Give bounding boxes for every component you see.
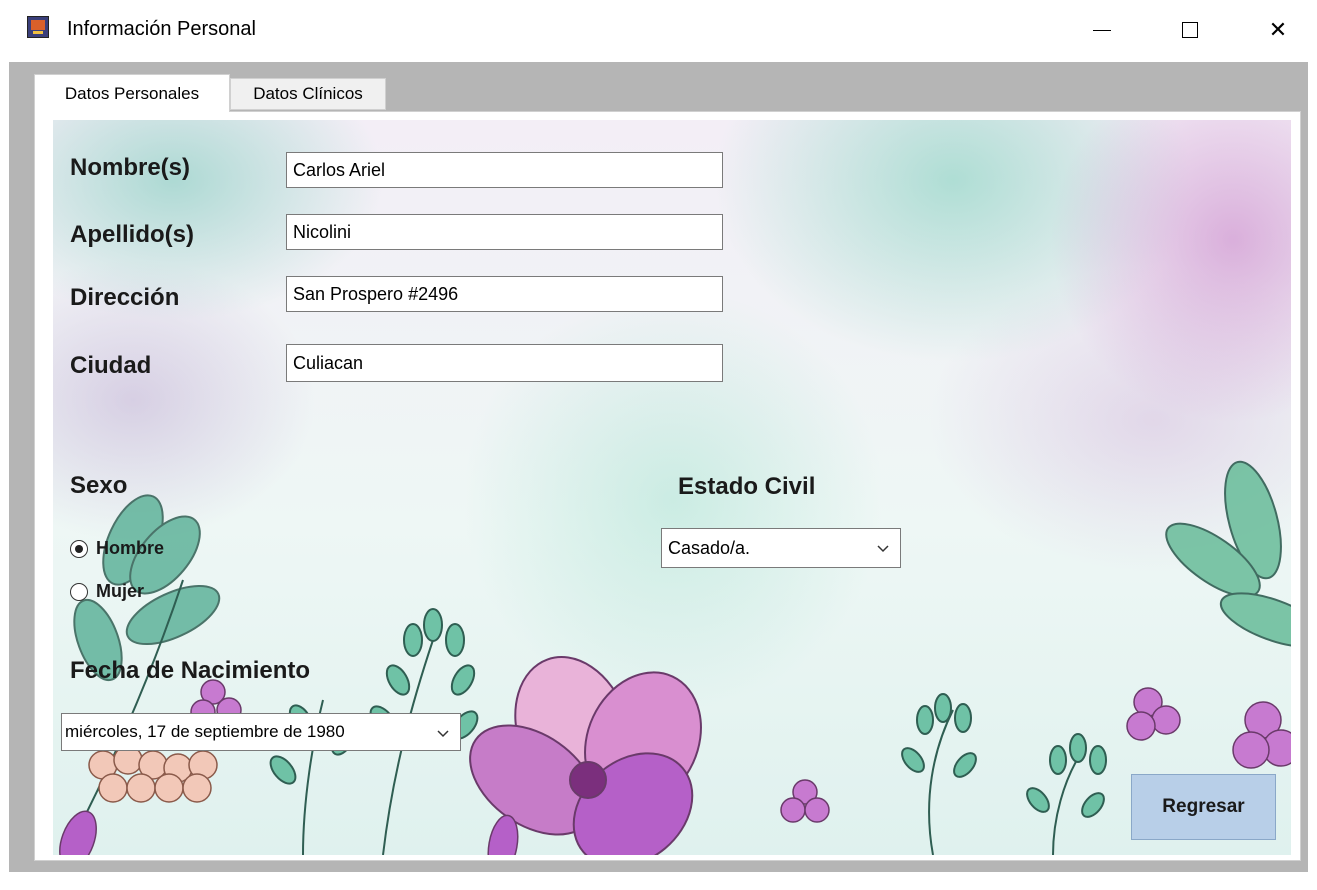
estado-civil-label: Estado Civil (678, 473, 816, 500)
tab-datos-personales[interactable]: Datos Personales (34, 74, 230, 112)
minimize-icon (1093, 29, 1111, 31)
radio-label: Hombre (96, 538, 165, 558)
radio-button[interactable] (70, 539, 88, 558)
ciudad-label: Ciudad (70, 352, 152, 379)
regresar-button[interactable]: Regresar (1131, 774, 1276, 840)
apellido-label: Apellido(s) (70, 221, 194, 248)
radio-hombre[interactable]: Hombre (70, 538, 164, 559)
tab-label: Datos Clínicos (253, 84, 363, 103)
minimize-button[interactable] (1072, 8, 1132, 52)
tab-panel-datos-personales: Nombre(s) Apellido(s) Dirección Ciudad S… (34, 111, 1301, 861)
title-bar: Información Personal ✕ (0, 0, 1317, 62)
direccion-label: Dirección (70, 284, 180, 311)
radio-button[interactable] (70, 582, 88, 601)
estado-civil-select[interactable]: Casado/a. (661, 528, 901, 568)
fecha-nacimiento-label: Fecha de Nacimiento (70, 657, 311, 684)
close-button[interactable]: ✕ (1248, 8, 1308, 52)
close-icon: ✕ (1268, 17, 1288, 42)
radio-mujer[interactable]: Mujer (70, 581, 144, 602)
ciudad-input[interactable] (286, 344, 723, 382)
nombre-label: Nombre(s) (70, 154, 191, 181)
nombre-input[interactable] (286, 152, 723, 188)
apellido-input[interactable] (286, 214, 723, 250)
window-client-area: Datos Personales Datos Clínicos Nombre(s… (9, 62, 1308, 872)
fecha-nacimiento-picker[interactable]: miércoles, 17 de septiembre de 1980 (61, 713, 461, 751)
app-icon (27, 16, 49, 38)
radio-checked-dot (75, 544, 83, 553)
chevron-down-icon (877, 545, 889, 553)
direccion-input[interactable] (286, 276, 723, 312)
chevron-down-icon (437, 730, 449, 738)
tab-datos-clinicos[interactable]: Datos Clínicos (230, 78, 386, 110)
window-title: Información Personal (67, 18, 256, 40)
maximize-button[interactable] (1160, 8, 1220, 52)
sexo-label: Sexo (70, 472, 128, 499)
tab-label: Datos Personales (64, 83, 200, 103)
fecha-nacimiento-value: miércoles, 17 de septiembre de 1980 (65, 722, 345, 741)
radio-label: Mujer (96, 581, 145, 601)
maximize-icon (1182, 22, 1198, 38)
estado-civil-value: Casado/a. (668, 537, 751, 558)
